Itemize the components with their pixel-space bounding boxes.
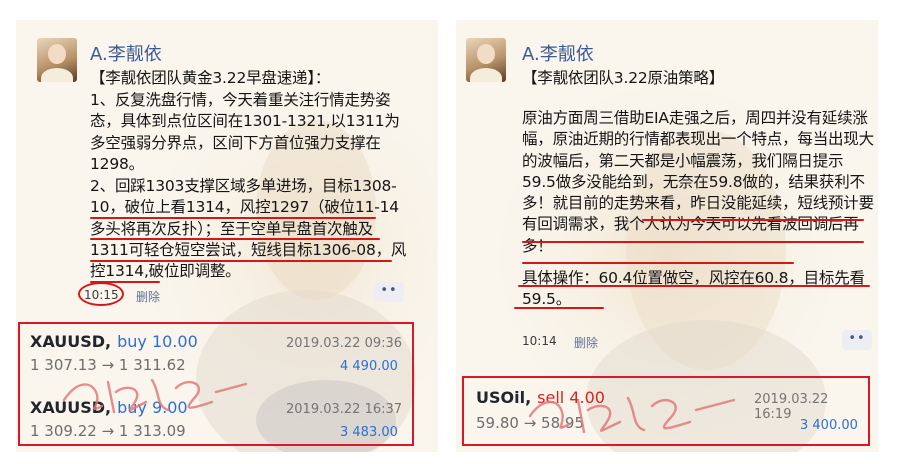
annotation-underline bbox=[90, 217, 376, 219]
annotation-underline bbox=[90, 260, 392, 262]
trade-records-box: USOil, sell 4.00 2019.03.22 16:19 59.80 →… bbox=[462, 376, 870, 446]
message-paragraph-1: 原油方面周三借助EIA走强之后，周四并没有延续涨幅，原油近期的行情都表现出一个特… bbox=[522, 109, 874, 255]
trade-records-box: XAUUSD, buy 10.00 2019.03.22 09:36 1 307.… bbox=[18, 322, 414, 446]
chat-panel-gold: A.李靓依 【李靓依团队黄金3.22早盘速递】： 1、反复洗盘行情，今天着重关注… bbox=[16, 20, 438, 452]
more-options-button[interactable]: •• bbox=[374, 282, 404, 302]
annotation-underline bbox=[522, 241, 864, 243]
message-paragraph-2: 2、回踩1303支撑区域多单进场，目标1308-10，破位上看1314，风控12… bbox=[90, 177, 407, 281]
chat-panel-oil: A.李靓依 【李靓依团队3.22原油策略】 原油方面周三借助EIA走强之后，周四… bbox=[456, 20, 878, 452]
delete-link[interactable]: 删除 bbox=[136, 288, 160, 305]
message-time: 10:14 bbox=[522, 334, 557, 348]
more-options-button[interactable]: •• bbox=[842, 330, 872, 350]
trade-profit: 4 490.00 bbox=[340, 359, 398, 374]
author-avatar[interactable] bbox=[466, 38, 506, 82]
trade-side: buy 10.00 bbox=[117, 332, 198, 351]
trade-prices: 59.80 → 58.95 bbox=[476, 414, 584, 432]
annotation-underline bbox=[642, 219, 864, 221]
message-paragraph-2: 具体操作：60.4位置做空，风控在60.8，目标先看59.5。 bbox=[522, 269, 865, 309]
message-title: 【李靓依团队黄金3.22早盘速递】： bbox=[90, 69, 331, 87]
annotation-underline bbox=[90, 238, 380, 240]
message-time: 10:15 bbox=[84, 288, 119, 302]
trade-prices: 1 309.22 → 1 313.09 bbox=[30, 422, 186, 440]
trade-side: sell 4.00 bbox=[537, 388, 605, 407]
trade-datetime: 2019.03.22 16:37 bbox=[286, 402, 403, 417]
annotation-underline bbox=[522, 262, 794, 264]
author-name[interactable]: A.李靓依 bbox=[90, 40, 162, 66]
message-paragraph-1: 1、反复洗盘行情，今天着重关注行情走势姿态，具体到点位区间在1301-1321,… bbox=[90, 91, 400, 173]
trade-prices: 1 307.13 → 1 311.62 bbox=[30, 356, 186, 374]
trade-datetime: 2019.03.22 09:36 bbox=[286, 336, 403, 351]
message-title: 【李靓依团队3.22原油策略】 bbox=[522, 69, 725, 87]
author-avatar[interactable] bbox=[37, 38, 77, 82]
delete-link[interactable]: 删除 bbox=[574, 334, 598, 351]
annotation-underline bbox=[514, 307, 604, 309]
trade-symbol: USOil, sell 4.00 bbox=[476, 388, 605, 407]
trade-symbol: XAUUSD, buy 10.00 bbox=[30, 332, 198, 351]
trade-profit: 3 483.00 bbox=[340, 425, 398, 440]
trade-profit: 3 400.00 bbox=[800, 418, 858, 433]
trade-symbol: XAUUSD, buy 9.00 bbox=[30, 398, 188, 417]
annotation-underline bbox=[518, 285, 870, 287]
author-name[interactable]: A.李靓依 bbox=[522, 40, 594, 66]
trade-side: buy 9.00 bbox=[117, 398, 188, 417]
